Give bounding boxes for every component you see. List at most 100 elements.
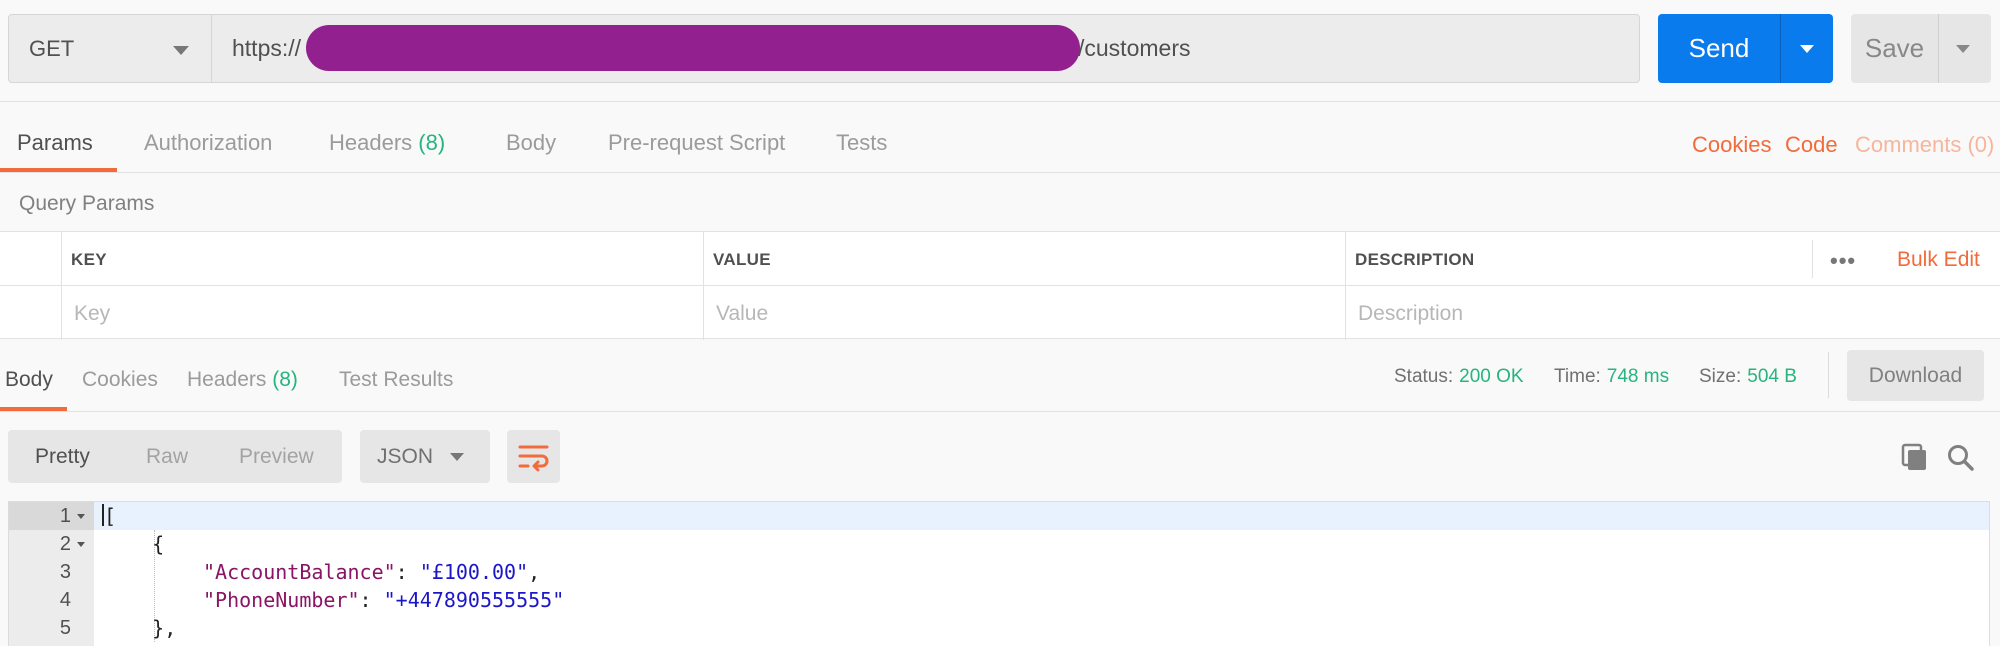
json-string: "+447890555555" xyxy=(383,588,565,612)
status-label: Status: xyxy=(1394,366,1454,387)
tab-label: Body xyxy=(506,130,557,155)
code-line: 1 [ xyxy=(9,502,1989,530)
response-tab-body[interactable]: Body xyxy=(5,368,53,392)
format-preview[interactable]: Preview xyxy=(239,445,314,469)
search-icon[interactable] xyxy=(1946,442,1974,472)
language-label: JSON xyxy=(377,445,434,468)
chevron-down-icon xyxy=(450,453,464,461)
column-header-key: KEY xyxy=(71,250,107,269)
code-text: "AccountBalance": "£100.00", xyxy=(203,560,541,584)
language-select[interactable]: JSON xyxy=(360,430,490,483)
response-tab-test-results[interactable]: Test Results xyxy=(339,368,453,392)
row-divider xyxy=(0,285,2000,286)
download-button[interactable]: Download xyxy=(1847,350,1984,401)
size-value: 504 B xyxy=(1747,366,1797,387)
tab-label: Headers xyxy=(187,368,267,391)
key-input[interactable]: Key xyxy=(74,302,110,326)
tab-label: Cookies xyxy=(82,368,158,391)
time-value: 748 ms xyxy=(1606,366,1670,387)
send-dropdown-button[interactable] xyxy=(1781,14,1833,83)
copy-icon[interactable] xyxy=(1900,442,1928,472)
code-text: }, xyxy=(104,616,177,640)
code-token: [ xyxy=(104,504,117,528)
status-readout: Status: 200 OK xyxy=(1394,366,1524,388)
line-number: 2 xyxy=(59,533,71,555)
more-options-icon[interactable]: ••• xyxy=(1830,248,1856,274)
method-select[interactable]: GET xyxy=(9,15,212,82)
url-path: /customers xyxy=(1078,35,1191,61)
line-number: 4 xyxy=(59,589,71,611)
tab-authorization[interactable]: Authorization xyxy=(144,130,272,156)
code-line: 2 { xyxy=(9,530,1989,558)
size-readout: Size: 504 B xyxy=(1699,366,1797,388)
save-button-group: Save xyxy=(1851,14,1991,83)
value-input[interactable]: Value xyxy=(716,302,768,326)
response-tab-cookies[interactable]: Cookies xyxy=(82,368,158,392)
divider xyxy=(1828,352,1829,398)
time-label: Time: xyxy=(1554,366,1601,387)
code-token: , xyxy=(528,560,541,584)
line-number: 3 xyxy=(59,561,71,583)
column-divider xyxy=(61,232,62,340)
save-button[interactable]: Save xyxy=(1851,14,1939,83)
response-body-editor[interactable]: 1 [ 2 { 3 "AccountBalance": "£100.00", 4… xyxy=(8,501,1990,646)
description-input[interactable]: Description xyxy=(1358,302,1463,326)
code-line: 3 "AccountBalance": "£100.00", xyxy=(9,558,1989,586)
format-pretty[interactable]: Pretty xyxy=(35,445,90,469)
tab-label: Pre-request Script xyxy=(608,130,786,155)
json-string: "£100.00" xyxy=(419,560,529,584)
tab-label: Body xyxy=(5,368,53,391)
column-header-description: DESCRIPTION xyxy=(1355,250,1475,269)
chevron-down-icon xyxy=(1800,45,1814,53)
tab-body[interactable]: Body xyxy=(506,130,556,156)
url-input[interactable]: https:// /customers xyxy=(212,15,1639,82)
format-raw[interactable]: Raw xyxy=(146,445,188,469)
code-line: 4 "PhoneNumber": "+447890555555" xyxy=(9,586,1989,614)
size-label: Size: xyxy=(1699,366,1742,387)
send-button[interactable]: Send xyxy=(1658,14,1781,83)
cookies-link[interactable]: Cookies xyxy=(1692,132,1771,158)
method-label: GET xyxy=(29,35,75,61)
tab-params[interactable]: Params xyxy=(17,130,93,156)
fold-toggle-icon[interactable] xyxy=(77,514,85,519)
status-value: 200 OK xyxy=(1459,366,1524,387)
redacted-host xyxy=(306,25,1080,71)
tab-label: Headers xyxy=(329,130,413,155)
column-divider xyxy=(703,232,704,340)
send-button-group: Send xyxy=(1658,14,1833,83)
divider xyxy=(0,411,2000,412)
url-prefix: https:// xyxy=(232,35,302,61)
code-text: [ xyxy=(102,502,117,530)
chevron-down-icon xyxy=(173,46,189,55)
tab-label: Tests xyxy=(836,130,888,155)
tab-headers[interactable]: Headers (8) xyxy=(329,130,445,156)
line-number: 5 xyxy=(59,617,71,639)
code-line: 5 }, xyxy=(9,614,1989,642)
column-header-value: VALUE xyxy=(713,250,771,269)
comments-link[interactable]: Comments (0) xyxy=(1855,132,1994,158)
tab-count-badge: (8) xyxy=(272,368,298,391)
tab-label: Test Results xyxy=(339,368,454,391)
divider xyxy=(0,101,2000,102)
wrap-lines-button[interactable] xyxy=(507,430,560,483)
column-divider xyxy=(1812,240,1813,278)
column-divider xyxy=(1345,232,1346,340)
format-toggle-group: Pretty Raw Preview xyxy=(8,430,342,483)
time-readout: Time: 748 ms xyxy=(1554,366,1669,388)
code-link[interactable]: Code xyxy=(1785,132,1838,158)
code-text: "PhoneNumber": "+447890555555" xyxy=(203,588,565,612)
tab-label: Authorization xyxy=(144,130,273,155)
bulk-edit-link[interactable]: Bulk Edit xyxy=(1897,248,1980,272)
fold-toggle-icon[interactable] xyxy=(77,542,85,547)
code-text: { xyxy=(104,532,165,556)
tab-pre-request-script[interactable]: Pre-request Script xyxy=(608,130,785,156)
query-params-title: Query Params xyxy=(19,192,155,215)
response-tab-headers[interactable]: Headers (8) xyxy=(187,368,298,392)
line-number: 1 xyxy=(59,505,71,527)
query-params-table: KEY VALUE DESCRIPTION ••• Bulk Edit Key … xyxy=(0,231,2000,340)
json-key: "PhoneNumber" xyxy=(203,588,360,612)
tab-count-badge: (8) xyxy=(418,130,446,155)
tab-tests[interactable]: Tests xyxy=(836,130,887,156)
tab-label: Params xyxy=(17,130,93,155)
save-dropdown-button[interactable] xyxy=(1939,14,1991,83)
